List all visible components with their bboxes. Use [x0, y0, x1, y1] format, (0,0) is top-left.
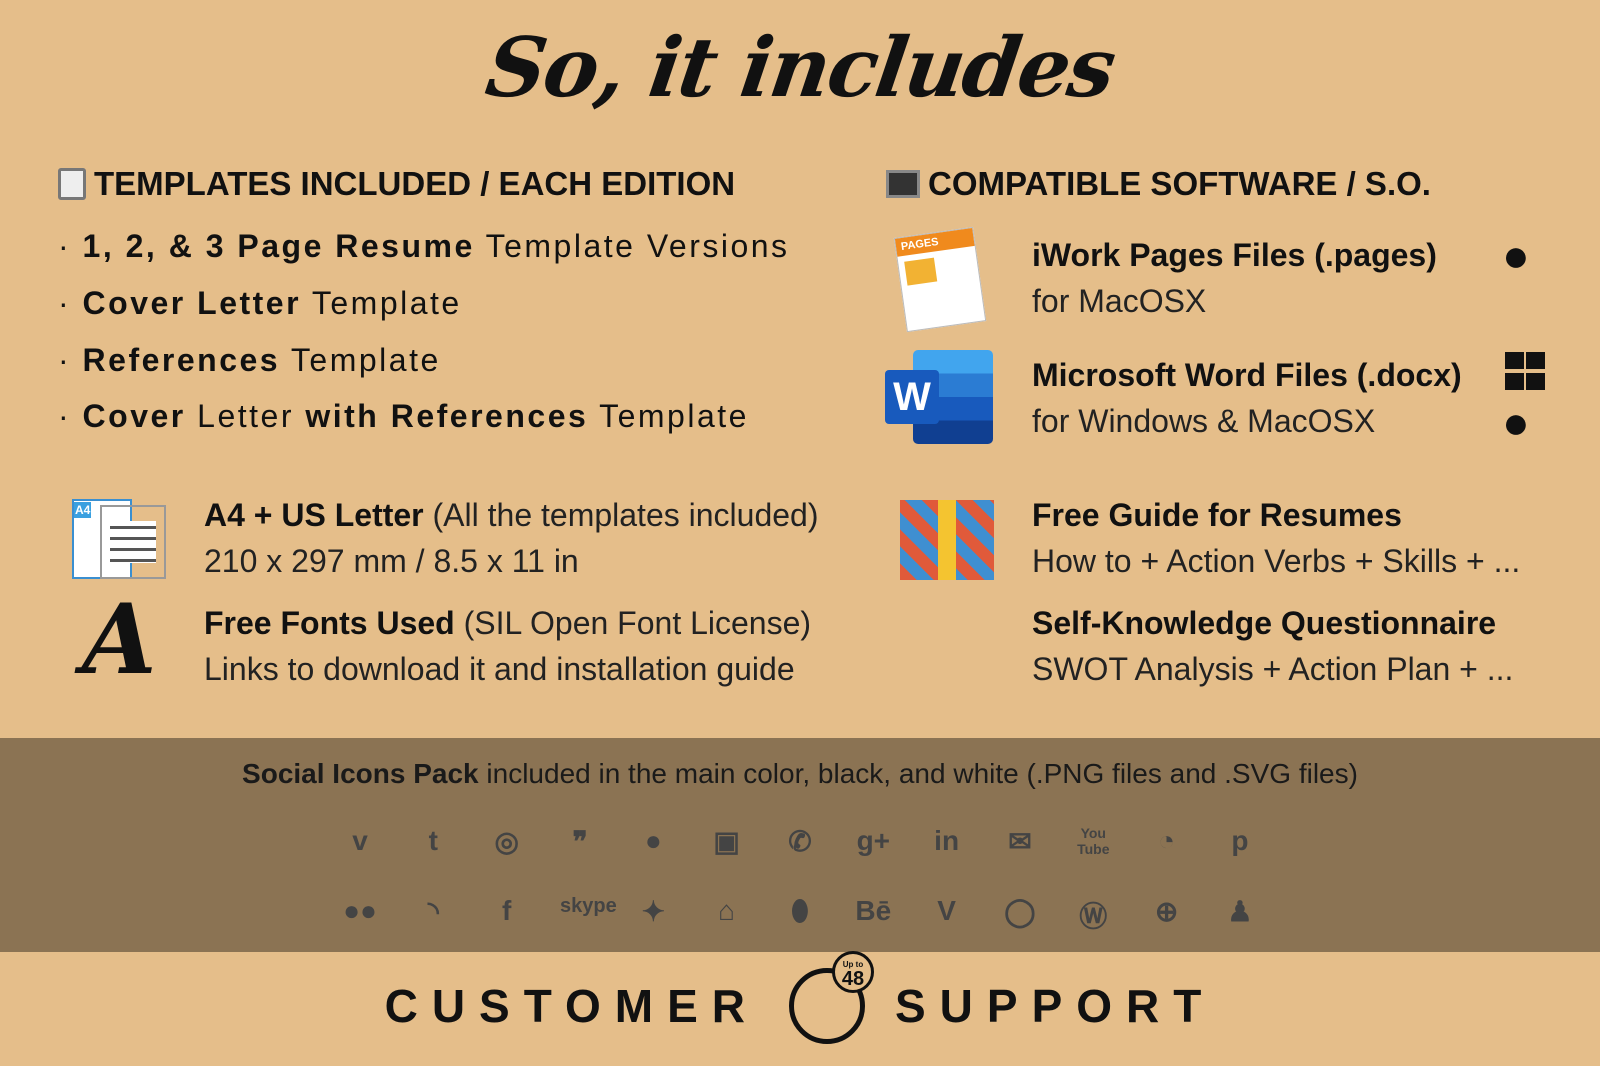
- linkedin-icon: in: [934, 825, 960, 856]
- gift-icon: [900, 500, 994, 580]
- questionnaire-item: Self-Knowledge Questionnaire SWOT Analysi…: [1032, 605, 1514, 687]
- whatsapp-icon: ◯: [1004, 896, 1036, 927]
- web-icon: ⊕: [1154, 896, 1179, 927]
- windows-icon: [1505, 352, 1545, 390]
- templates-heading: TEMPLATES INCLUDED / EACH EDITION: [58, 165, 735, 203]
- facebook-icon: f: [501, 895, 512, 926]
- picasa-icon: ◔: [1158, 825, 1176, 856]
- social-icons-row-2: ●● ◝ f skype ✦ ⌂ ⬮ Bē V ◯ Ⓦ ⊕ ♟: [340, 895, 1260, 935]
- podcast-icon: ◎: [494, 826, 519, 857]
- word-item: Microsoft Word Files (.docx) for Windows …: [1032, 357, 1462, 439]
- social-icons-caption: Social Icons Pack included in the main c…: [242, 758, 1358, 789]
- chat-icon: ●: [644, 825, 662, 856]
- fonts-feature: Free Fonts Used (SIL Open Font License) …: [204, 605, 812, 687]
- software-heading: COMPATIBLE SOFTWARE / S.O.: [886, 165, 1431, 203]
- skype-icon: skype: [559, 895, 617, 917]
- quote-icon: ❞: [572, 826, 588, 857]
- guide-item: Free Guide for Resumes How to + Action Ve…: [1032, 497, 1521, 579]
- monitor-icon: [886, 170, 920, 198]
- customer-support: CUSTOMER Up to 48 SUPPORT: [0, 951, 1600, 1044]
- paper-size-feature: A4 + US Letter (All the templates includ…: [204, 497, 819, 579]
- flickr-icon: ●●: [343, 895, 377, 926]
- bullet-item: · References Template: [58, 342, 441, 378]
- instagram-icon: ▣: [713, 826, 740, 857]
- user-icon: ♟: [1227, 896, 1253, 927]
- social-icons-row-1: v t ◎ ❞ ● ▣ ✆ g+ in ✉ You Tube ◔ p: [340, 825, 1260, 858]
- behance-icon: Bē: [855, 895, 892, 926]
- pinterest-icon: p: [1231, 825, 1249, 856]
- google-plus-icon: g+: [856, 825, 891, 856]
- vimeo-icon: v: [352, 825, 368, 856]
- location-icon: ⬮: [791, 895, 809, 926]
- bullet-item: · 1, 2, & 3 Page Resume Template Version…: [58, 228, 790, 264]
- apple-icon: ●: [1502, 229, 1530, 281]
- clock-icon: Up to 48: [789, 951, 874, 1044]
- pages-icon: PAGES: [893, 226, 987, 333]
- word-icon: W: [885, 350, 993, 444]
- bullet-item: · Cover Letter with References Template: [58, 398, 749, 434]
- rss-icon: ◝: [427, 896, 439, 927]
- pages-item: iWork Pages Files (.pages) for MacOSX: [1032, 237, 1437, 319]
- bullet-item: · Cover Letter Template: [58, 285, 462, 321]
- page-title: So, it includes: [480, 20, 1120, 116]
- apple-icon: ●: [1502, 396, 1530, 448]
- clipboard-icon: [58, 168, 86, 200]
- wordpress-icon: Ⓦ: [1079, 901, 1108, 932]
- vine-icon: V: [937, 895, 956, 926]
- home-icon: ⌂: [718, 895, 736, 926]
- phone-icon: ✆: [788, 826, 812, 857]
- tumblr-icon: t: [428, 825, 438, 856]
- document-icon: A4: [72, 495, 168, 581]
- email-icon: ✉: [1008, 826, 1032, 857]
- youtube-icon: You Tube: [1077, 825, 1110, 857]
- twitter-icon: ✦: [641, 896, 666, 927]
- font-icon: A: [82, 583, 157, 696]
